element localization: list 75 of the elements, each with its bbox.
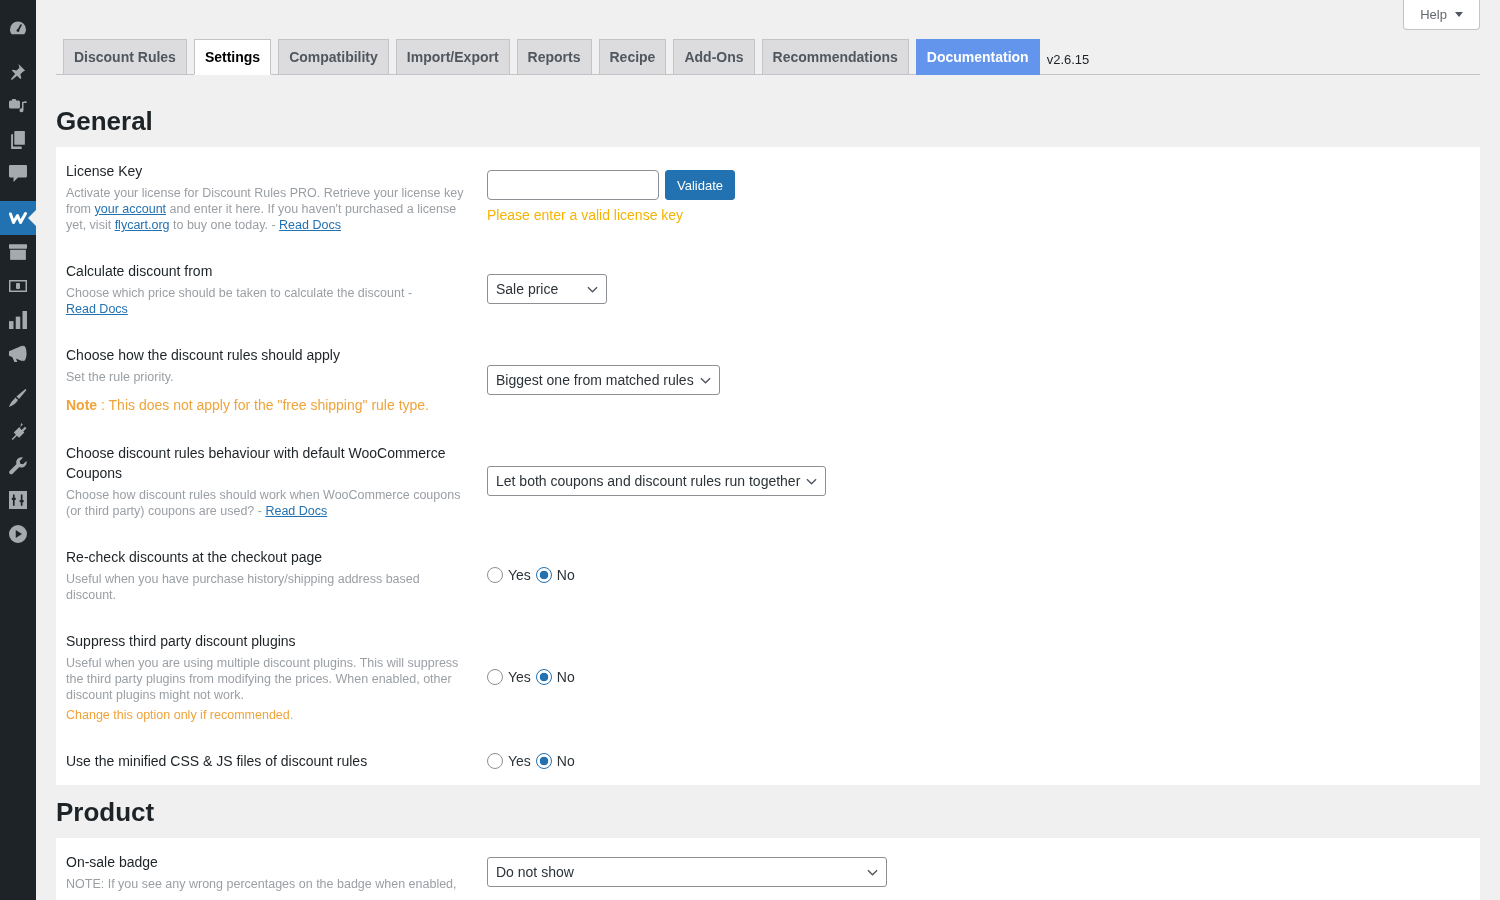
radio-button[interactable] bbox=[487, 567, 503, 583]
radio-label[interactable]: Yes bbox=[508, 667, 531, 687]
license-key-field[interactable] bbox=[487, 170, 659, 200]
tab[interactable]: Documentation bbox=[915, 39, 1040, 75]
setting-note: Note : This does not apply for the "free shipping" rule type. bbox=[66, 396, 430, 415]
radio-button[interactable] bbox=[535, 567, 552, 583]
section-heading: General bbox=[56, 105, 154, 138]
error-message: Please enter a valid license key bbox=[487, 206, 684, 224]
pointer-notch-icon bbox=[28, 210, 36, 226]
setting-description: Choose how discount rules should work when WooCommerce coupons (or third party) coupons are used? - Read Docs bbox=[66, 487, 462, 519]
pin-icon bbox=[9, 63, 27, 81]
tab[interactable]: Compatibility bbox=[278, 39, 389, 75]
version-label: v2.6.15 bbox=[1046, 51, 1090, 67]
chevron-down-icon bbox=[867, 868, 878, 876]
setting-label: Suppress third party discount plugins bbox=[66, 632, 297, 651]
speech-bubble-icon bbox=[9, 165, 27, 183]
setting-label: On-sale badge bbox=[66, 853, 159, 872]
setting-label: License Key bbox=[66, 162, 144, 181]
setting-label: Choose how the discount rules should apply bbox=[66, 346, 341, 365]
dropdown[interactable]: Do not show bbox=[487, 857, 887, 887]
setting-note: Change this option only if recommended. bbox=[66, 707, 295, 723]
tab[interactable]: Discount Rules bbox=[63, 39, 187, 75]
setting-description: Useful when you are using multiple discount plugins. This will suppress the third party plugins from modifying the prices. When enabled, other discount plugins might not work. bbox=[66, 655, 460, 703]
chevron-down-icon bbox=[587, 285, 598, 293]
setting-description: Activate your license for Discount Rules PRO. Retrieve your license key from your account and enter it here. If you haven't purchased a license yet, visit flycart.org to buy one today. - Read Docs bbox=[66, 185, 465, 233]
setting-label: Choose discount rules behaviour with default WooCommerce Coupons bbox=[66, 444, 447, 483]
text-link[interactable]: your account bbox=[94, 202, 167, 216]
megaphone-icon bbox=[9, 345, 27, 363]
chevron-down-icon bbox=[699, 376, 711, 384]
help-button[interactable]: Help bbox=[1403, 0, 1480, 30]
bar-chart-icon bbox=[9, 311, 27, 329]
text-link[interactable]: flycart.org bbox=[114, 218, 170, 232]
radio-label[interactable]: No bbox=[556, 751, 575, 771]
tab[interactable]: Recommendations bbox=[761, 39, 909, 75]
archive-box-icon bbox=[9, 243, 27, 261]
setting-label: Re-check discounts at the checkout page bbox=[66, 548, 324, 567]
radio-button[interactable] bbox=[535, 669, 552, 685]
dropdown[interactable]: Biggest one from matched rules bbox=[487, 365, 720, 395]
tab[interactable]: Import/Export bbox=[395, 39, 510, 75]
setting-description: Useful when you have purchase history/shipping address based discount. bbox=[66, 571, 421, 603]
text-link[interactable]: Read Docs bbox=[279, 218, 341, 232]
setting-description: Set the rule priority. bbox=[66, 369, 175, 385]
menu-item[interactable] bbox=[0, 201, 36, 235]
dropdown[interactable]: Let both coupons and discount rules run together bbox=[487, 466, 827, 496]
radio-button[interactable] bbox=[487, 753, 503, 769]
tab[interactable]: Recipe bbox=[598, 39, 667, 75]
tab[interactable]: Settings bbox=[193, 39, 272, 75]
validate-button[interactable]: Validate bbox=[665, 170, 735, 200]
text-link[interactable]: Read Docs bbox=[66, 302, 128, 316]
banknote-icon bbox=[9, 277, 27, 295]
tab[interactable]: Reports bbox=[516, 39, 592, 75]
radio-label[interactable]: No bbox=[556, 667, 575, 687]
radio-button[interactable] bbox=[487, 669, 503, 685]
camera-music-icon bbox=[9, 97, 27, 115]
radio-label[interactable]: Yes bbox=[508, 751, 531, 771]
setting-label: Calculate discount from bbox=[66, 262, 214, 281]
setting-label: Use the minified CSS & JS files of discount rules bbox=[66, 752, 369, 771]
radio-button[interactable] bbox=[535, 753, 552, 769]
setting-description: Choose which price should be taken to calculate the discount - Read Docs bbox=[66, 285, 414, 317]
chevron-down-icon bbox=[806, 477, 818, 485]
radio-label[interactable]: Yes bbox=[508, 565, 531, 585]
dropdown[interactable]: Sale price bbox=[487, 274, 607, 304]
paintbrush-icon bbox=[9, 389, 27, 407]
sliders-icon bbox=[9, 491, 27, 509]
tab[interactable]: Add-Ons bbox=[673, 39, 755, 75]
radio-label[interactable]: No bbox=[556, 565, 575, 585]
wrench-icon bbox=[9, 457, 27, 475]
plug-icon bbox=[9, 423, 27, 441]
section-heading: Product bbox=[56, 796, 156, 829]
pages-icon bbox=[9, 131, 27, 149]
logo-icon bbox=[9, 209, 27, 227]
gauge-icon bbox=[9, 19, 27, 37]
setting-description: NOTE: If you see any wrong percentages on the badge when enabled, bbox=[66, 876, 458, 892]
caret-down-icon bbox=[1454, 12, 1463, 17]
text-link[interactable]: Read Docs bbox=[265, 504, 328, 518]
